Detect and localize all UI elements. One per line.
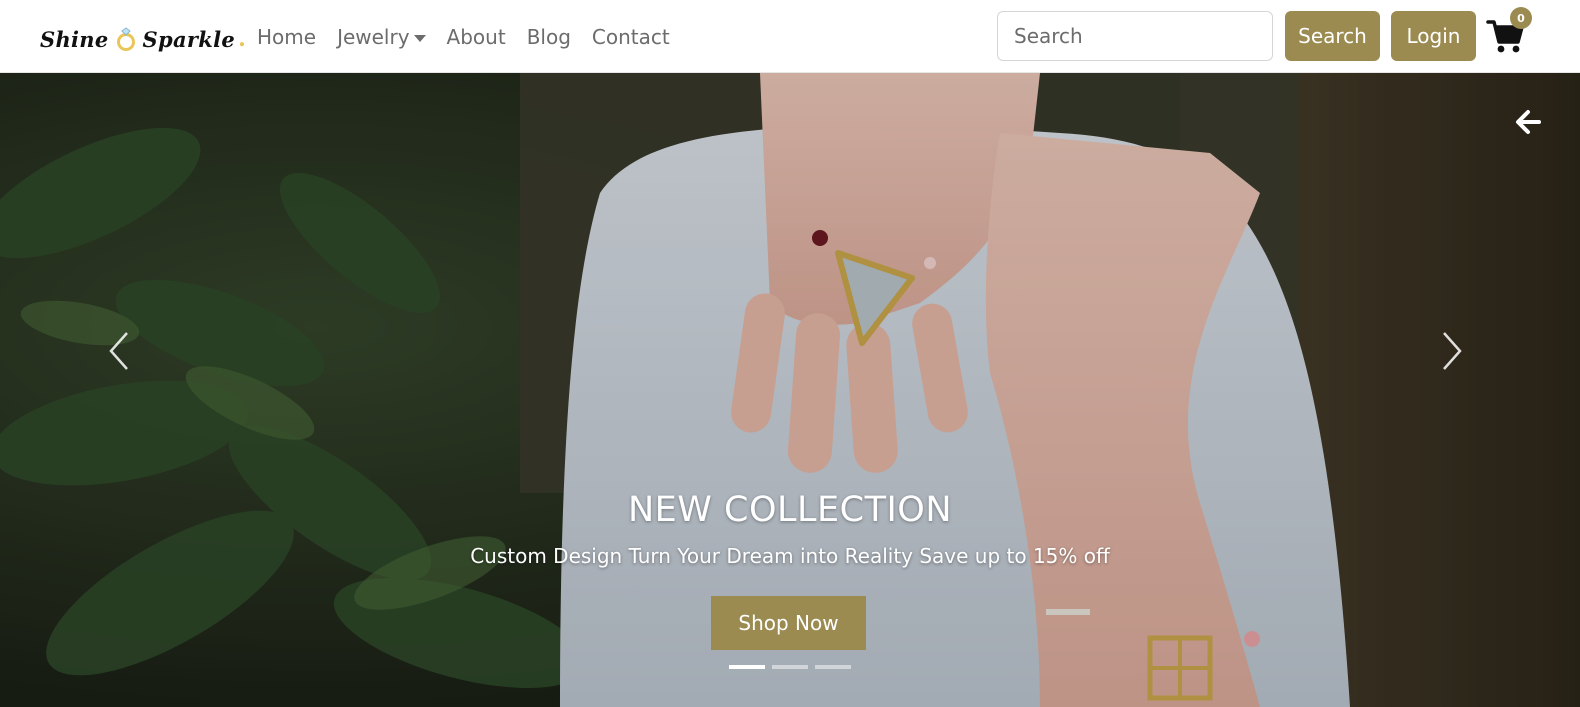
brand-dot: . — [238, 26, 247, 52]
carousel-indicator[interactable] — [729, 665, 765, 669]
brand-name-left: Shine — [40, 26, 109, 52]
hero-caption: NEW COLLECTION Custom Design Turn Your D… — [290, 488, 1290, 570]
search-button[interactable]: Search — [1285, 11, 1380, 61]
main-nav: Home Jewelry About Blog Contact — [257, 22, 691, 52]
hero-subtitle: Custom Design Turn Your Dream into Reali… — [470, 544, 1110, 568]
search-input[interactable] — [997, 11, 1273, 61]
brand-logo[interactable]: Shine Sparkle . — [40, 22, 246, 56]
nav-jewelry-dropdown[interactable]: Jewelry — [337, 25, 426, 49]
carousel-next-button[interactable] — [1434, 329, 1470, 373]
chevron-left-icon — [109, 332, 128, 370]
cart-count-badge: 0 — [1510, 7, 1532, 29]
chevron-right-icon — [1443, 332, 1462, 370]
shop-now-button[interactable]: Shop Now — [711, 596, 866, 650]
nav-about[interactable]: About — [447, 25, 506, 49]
arrow-left-icon[interactable] — [1514, 109, 1542, 135]
carousel-indicator[interactable] — [815, 665, 851, 669]
nav-jewelry-label: Jewelry — [337, 25, 410, 49]
brand-name-right: Sparkle — [142, 26, 236, 52]
hero-carousel: NEW COLLECTION Custom Design Turn Your D… — [0, 73, 1580, 707]
ring-icon — [115, 27, 137, 51]
nav-home[interactable]: Home — [257, 25, 316, 49]
nav-blog[interactable]: Blog — [527, 25, 571, 49]
nav-contact[interactable]: Contact — [592, 25, 670, 49]
hero-title: NEW COLLECTION — [628, 490, 952, 530]
top-navbar: Shine Sparkle . Home Jewelry About Blog … — [0, 0, 1580, 73]
caret-down-icon — [413, 34, 426, 42]
carousel-indicator[interactable] — [772, 665, 808, 669]
carousel-indicators — [729, 665, 858, 669]
login-button[interactable]: Login — [1391, 11, 1476, 61]
carousel-prev-button[interactable] — [101, 329, 137, 373]
